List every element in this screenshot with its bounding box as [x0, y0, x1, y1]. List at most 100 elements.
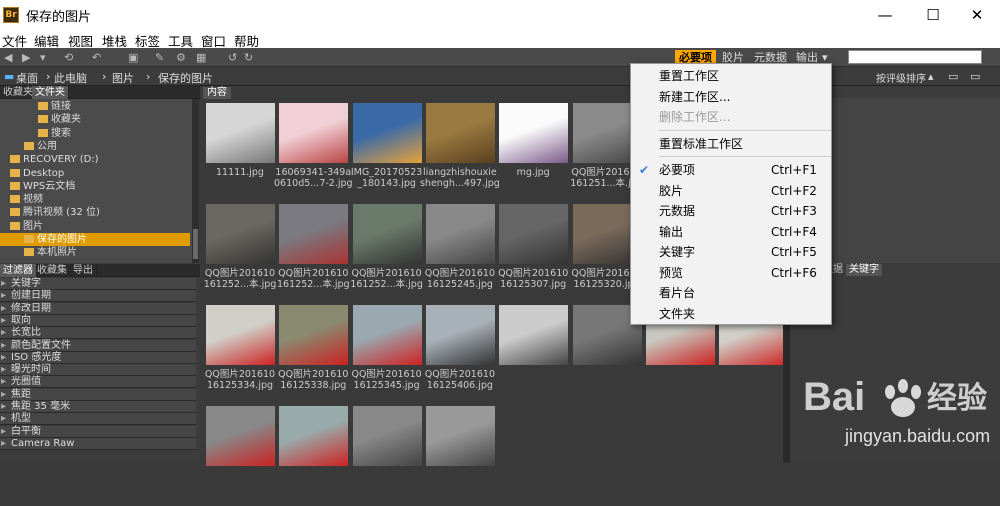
tab-folders[interactable]: 文件夹 — [32, 86, 69, 99]
tab-export[interactable]: 导出 — [70, 264, 97, 277]
thumbnail-item[interactable]: mg.jpg — [497, 103, 569, 203]
return-icon[interactable]: ↶ — [92, 51, 101, 64]
folder-tree-item[interactable]: 图片 — [0, 220, 190, 233]
thumbnail-image[interactable] — [206, 406, 275, 466]
thumbnail-item[interactable] — [277, 406, 349, 506]
thumbnail-item[interactable]: QQ图片201610 16125406.jpg — [424, 305, 496, 405]
refine-icon[interactable]: ✎ — [155, 51, 164, 64]
tab-keywords[interactable]: 关键字 — [846, 264, 882, 276]
thumbnail-image[interactable] — [279, 305, 349, 365]
workspace-menu-item[interactable]: 胶片 Ctrl+F2 — [631, 181, 831, 201]
filter-item[interactable]: 颜色配置文件 — [0, 339, 196, 352]
breadcrumb-desktop[interactable]: 桌面 — [16, 70, 38, 86]
thumbnail-image[interactable] — [425, 305, 495, 365]
folder-tree-item[interactable]: 公用 — [0, 140, 190, 153]
thumbnail-item[interactable] — [497, 305, 569, 405]
open-folder-icon[interactable]: ▭ — [948, 70, 958, 83]
folder-tree-item[interactable]: 搜索 — [0, 127, 190, 140]
filter-item[interactable]: 焦距 35 毫米 — [0, 401, 196, 413]
breadcrumb-saved-pictures[interactable]: 保存的图片 — [158, 70, 213, 86]
workspace-menu-item[interactable]: 元数据 Ctrl+F3 — [631, 201, 831, 221]
thumbnail-item[interactable] — [204, 406, 276, 506]
maximize-button[interactable]: ☐ — [910, 0, 956, 30]
new-folder-icon[interactable]: ▭ — [970, 70, 980, 83]
thumbnail-image[interactable] — [206, 103, 275, 163]
thumbnail-item[interactable]: QQ图片201610 16125307.jpg — [497, 204, 569, 304]
workspace-menu-item[interactable]: 关键字 Ctrl+F5 — [631, 242, 831, 262]
thumbnail-image[interactable] — [279, 406, 349, 466]
thumbnail-item[interactable]: QQ图片201610 161252...本.jpg — [277, 204, 350, 304]
workspace-menu-item[interactable]: 文件夹 — [631, 304, 831, 324]
folder-tree-item[interactable]: 收藏夹 — [0, 113, 190, 126]
filter-item[interactable]: Camera Raw — [0, 437, 196, 450]
workspace-menu-item[interactable]: 预览 Ctrl+F6 — [631, 263, 831, 283]
sort-direction-icon[interactable]: ▴ — [928, 70, 934, 83]
filter-item[interactable]: 曝光时间 — [0, 364, 196, 377]
filter-item[interactable]: 光圈值 — [0, 376, 196, 389]
thumbnail-item[interactable]: QQ图片201610 16125338.jpg — [277, 305, 349, 405]
thumbnail-image[interactable] — [499, 103, 569, 163]
sort-dropdown[interactable]: 按评级排序 — [876, 70, 926, 85]
thumbnail-image[interactable] — [206, 305, 275, 365]
thumbnail-item[interactable] — [424, 406, 496, 506]
workspace-menu-item[interactable]: 输出 Ctrl+F4 — [631, 222, 831, 242]
folder-tree-item[interactable]: 链接 — [0, 100, 190, 113]
folder-scrollbar[interactable] — [192, 99, 199, 263]
filter-item[interactable]: 白平衡 — [0, 425, 196, 438]
thumbnail-image[interactable] — [499, 204, 569, 264]
back-arrow-icon[interactable]: ◀ — [4, 51, 12, 64]
workspace-menu-item[interactable]: 看片台 — [631, 283, 831, 303]
thumbnail-item[interactable]: 11111.jpg — [204, 103, 276, 203]
search-input[interactable] — [848, 50, 982, 64]
thumbnail-item[interactable]: QQ图片201610 16125245.jpg — [424, 204, 496, 304]
recent-folder-icon[interactable]: ⟲ — [64, 51, 73, 64]
breadcrumb-pc[interactable]: 此电脑 — [54, 70, 87, 86]
close-button[interactable]: ✕ — [954, 0, 1000, 30]
workspace-menu-item[interactable]: 重置工作区 — [631, 66, 831, 86]
filter-item[interactable]: 焦距 — [0, 388, 196, 401]
breadcrumb-pictures[interactable]: 图片 — [112, 70, 134, 86]
thumbnail-image[interactable] — [352, 305, 422, 365]
tab-content[interactable]: 内容 — [203, 87, 231, 99]
folder-tree-item[interactable]: WPS云文档 — [0, 180, 190, 193]
thumbnail-item[interactable]: 16069341-349a 0610d5...7-2.jpg — [274, 103, 353, 203]
thumbnail-image[interactable] — [425, 103, 495, 163]
thumbnail-image[interactable] — [206, 204, 275, 264]
thumbnail-item[interactable]: QQ图片201610 161252...本.jpg — [204, 204, 276, 304]
folder-tree-item[interactable]: 视频 — [0, 193, 190, 206]
thumbnail-item[interactable]: QQ图片201610 16125334.jpg — [204, 305, 276, 405]
filter-item[interactable]: 机型 — [0, 413, 196, 426]
folder-tree-item[interactable]: RECOVERY (D:) — [0, 153, 190, 166]
thumbnail-item[interactable]: liangzhishouxie shengh...497.jpg — [420, 103, 500, 203]
filter-item[interactable]: 修改日期 — [0, 302, 196, 315]
thumbnail-item[interactable]: IMG_20170523 _180143.jpg — [351, 103, 423, 203]
thumbnail-image[interactable] — [352, 204, 422, 264]
workspace-menu-item[interactable]: ✔ 必要项 Ctrl+F1 — [631, 160, 831, 180]
filter-item[interactable]: 长宽比 — [0, 327, 196, 340]
tab-collections[interactable]: 收藏集 — [34, 264, 71, 277]
thumbnail-image[interactable] — [279, 204, 349, 264]
folder-tree-item[interactable]: Desktop — [0, 167, 190, 180]
workspace-menu-item[interactable]: 新建工作区... — [631, 87, 831, 107]
thumbnail-image[interactable] — [352, 103, 422, 163]
rotate-right-icon[interactable]: ↻ — [244, 51, 253, 64]
thumbnail-image[interactable] — [425, 406, 495, 466]
rotate-left-icon[interactable]: ↺ — [228, 51, 237, 64]
dropdown-icon[interactable]: ▾ — [40, 51, 46, 64]
output-icon[interactable]: ▦ — [196, 51, 206, 64]
thumbnail-image[interactable] — [425, 204, 495, 264]
thumbnail-item[interactable]: QQ图片201610 161252...本.jpg — [350, 204, 423, 304]
scrollbar-thumb[interactable] — [193, 229, 198, 259]
filter-item[interactable]: 创建日期 — [0, 290, 196, 303]
thumbnail-image[interactable] — [499, 305, 569, 365]
open-recent-icon[interactable]: ⚙ — [176, 51, 186, 64]
folder-tree-item[interactable]: 本机照片 — [0, 246, 190, 259]
filter-item[interactable]: 取向 — [0, 314, 196, 327]
tab-filter[interactable]: 过滤器 — [0, 264, 37, 277]
thumbnail-image[interactable] — [352, 406, 422, 466]
filter-item[interactable]: ISO 感光度 — [0, 351, 196, 364]
filter-item[interactable]: 关键字 — [0, 278, 196, 290]
thumbnail-item[interactable]: QQ图片201610 16125345.jpg — [351, 305, 423, 405]
workspace-menu-item[interactable]: 重置标准工作区 — [631, 134, 831, 154]
folder-tree-item[interactable]: 保存的图片 — [0, 233, 190, 246]
